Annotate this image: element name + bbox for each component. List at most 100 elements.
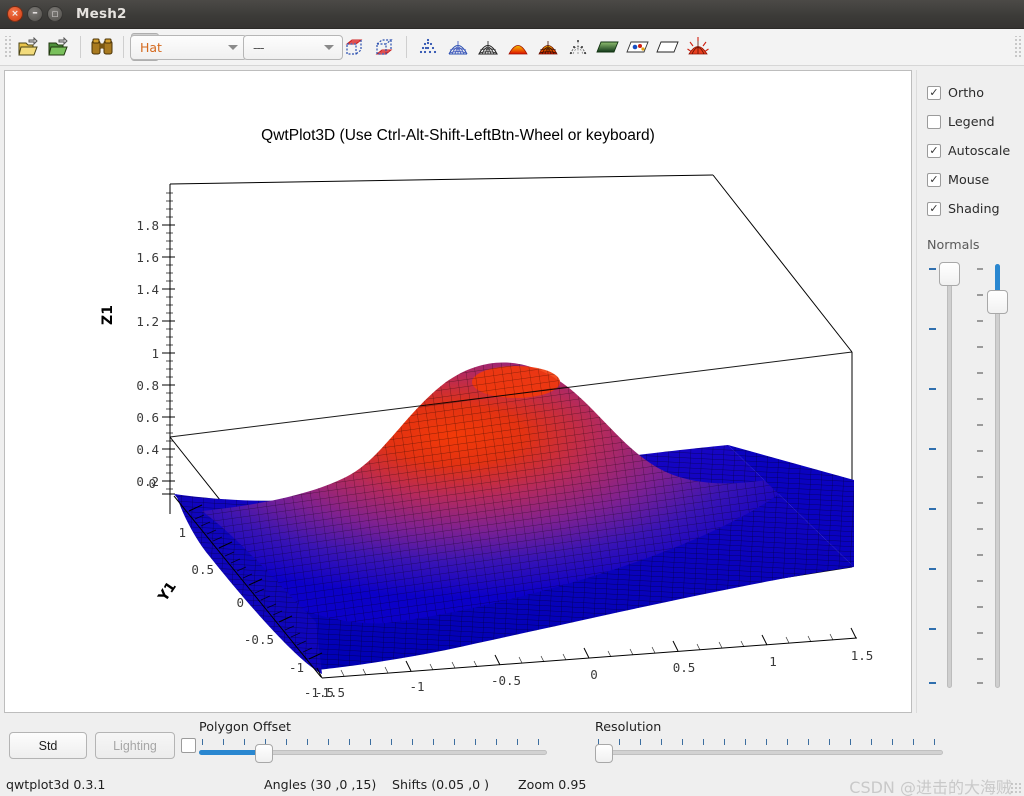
grid-ceil-icon[interactable] <box>341 33 369 61</box>
nodedata-icon[interactable] <box>564 33 592 61</box>
mouse-checkbox-box: ✓ <box>927 172 941 187</box>
shading-label: Shading <box>948 201 1000 216</box>
status-angles: Angles (30 ,0 ,15) <box>264 777 377 792</box>
svg-text:0.8: 0.8 <box>136 378 159 393</box>
svg-text:0: 0 <box>236 595 244 610</box>
colorlegend-icon[interactable] <box>594 33 622 61</box>
normals-length-groove <box>947 264 952 688</box>
std-button[interactable]: Std <box>9 732 87 759</box>
minimize-icon[interactable]: – <box>27 6 43 22</box>
z-axis-label: Z1 <box>100 305 116 325</box>
svg-text:1: 1 <box>151 346 159 361</box>
maximize-glyph: □ <box>51 9 59 18</box>
status-shifts: Shifts (0.05 ,0 ) <box>392 777 490 792</box>
svg-text:1.8: 1.8 <box>136 218 159 233</box>
svg-text:1.2: 1.2 <box>136 314 159 329</box>
title-bar: × – □ Mesh2 <box>0 0 1024 29</box>
svg-text:-0.5: -0.5 <box>244 632 274 647</box>
normals-length-ticks <box>929 260 939 690</box>
autoscale-checkbox[interactable]: ✓ Autoscale <box>927 136 1024 165</box>
toolbar: Hat --- <box>0 29 1024 66</box>
svg-text:1.5: 1.5 <box>851 648 874 663</box>
maximize-icon[interactable]: □ <box>47 6 63 22</box>
svg-text:0: 0 <box>590 667 598 682</box>
svg-text:1.4: 1.4 <box>136 282 159 297</box>
svg-text:-1.5: -1.5 <box>315 685 345 700</box>
normals-quality-ticks <box>977 260 987 690</box>
points-icon[interactable] <box>414 33 442 61</box>
surface-plot-3d: 1.8 1.6 1.4 1.2 1 0.8 0.6 0.4 0.2 0 Z1 1… <box>100 174 874 700</box>
normals-icon[interactable] <box>684 33 712 61</box>
toolbar-separator <box>80 36 81 58</box>
svg-text:1: 1 <box>178 525 186 540</box>
shading-checkbox[interactable]: ✓ Shading <box>927 194 1024 223</box>
filled-icon[interactable] <box>504 33 532 61</box>
options-panel: ✓ Ortho Legend ✓ Autoscale ✓ Mouse ✓ Sha… <box>916 70 1024 713</box>
svg-text:-0.5: -0.5 <box>491 673 521 688</box>
lighting-checkbox[interactable] <box>181 738 196 753</box>
ortho-checkbox[interactable]: ✓ Ortho <box>927 78 1024 107</box>
toolbar-grip-end-icon[interactable] <box>1013 36 1021 58</box>
surface-mesh <box>174 362 854 674</box>
normals-label: Normals <box>927 237 980 252</box>
normals-length-handle[interactable] <box>939 262 960 286</box>
close-icon[interactable]: × <box>7 6 23 22</box>
normals-quality-handle[interactable] <box>987 290 1008 314</box>
autoscale-label: Autoscale <box>948 143 1011 158</box>
svg-text:0.5: 0.5 <box>191 562 214 577</box>
chevron-down-icon <box>228 45 238 50</box>
plot-frame: QwtPlot3D (Use Ctrl-Alt-Shift-LeftBtn-Wh… <box>4 70 912 713</box>
svg-text:0: 0 <box>148 476 156 491</box>
polygon-offset-slider[interactable]: Polygon Offset <box>199 719 549 765</box>
status-version: qwtplot3d 0.3.1 <box>6 777 106 792</box>
normals-quality-slider[interactable] <box>975 260 1023 690</box>
polygon-offset-label: Polygon Offset <box>199 719 292 734</box>
colorfield-icon[interactable] <box>624 33 652 61</box>
mouse-checkbox[interactable]: ✓ Mouse <box>927 165 1024 194</box>
hiddenline-icon[interactable] <box>474 33 502 61</box>
svg-text:1: 1 <box>769 654 777 669</box>
plot-title: QwtPlot3D (Use Ctrl-Alt-Shift-LeftBtn-Wh… <box>261 127 655 144</box>
filledmesh-icon[interactable] <box>534 33 562 61</box>
wireframe-icon[interactable] <box>444 33 472 61</box>
resolution-slider[interactable]: Resolution <box>595 719 945 765</box>
resize-grip-icon[interactable] <box>1010 782 1022 794</box>
dataset-combo-value: Hat <box>140 40 162 55</box>
svg-text:0.6: 0.6 <box>136 410 159 425</box>
svg-text:-1: -1 <box>289 660 304 675</box>
legend-label: Legend <box>948 114 995 129</box>
window-title: Mesh2 <box>76 6 127 22</box>
window-buttons: × – □ <box>7 6 63 22</box>
lighting-button[interactable]: Lighting <box>95 732 175 759</box>
lighting-button-label: Lighting <box>113 738 157 753</box>
z-axis: 1.8 1.6 1.4 1.2 1 0.8 0.6 0.4 0.2 0 Z1 <box>100 184 175 514</box>
grid-floor-icon[interactable] <box>371 33 399 61</box>
bottom-controls: Std Lighting Polygon Offset Resolution <box>0 718 1024 768</box>
toolbar-separator <box>406 36 407 58</box>
style-combo-value: --- <box>253 40 265 55</box>
watermark: CSDN @进击的大海贼 <box>849 778 1012 796</box>
open-mesh-icon[interactable] <box>45 33 73 61</box>
minimize-glyph: – <box>32 6 38 19</box>
z-axis-ticks: 1.8 1.6 1.4 1.2 1 0.8 0.6 0.4 0.2 0 <box>136 218 159 491</box>
style-combo[interactable]: --- <box>243 35 343 60</box>
dataset-combo[interactable]: Hat <box>130 35 247 60</box>
application-window: × – □ Mesh2 Hat --- QwtPlot3D (Use Ctrl-… <box>0 0 1024 796</box>
legend-checkbox[interactable]: Legend <box>927 107 1024 136</box>
plot-canvas[interactable]: QwtPlot3D (Use Ctrl-Alt-Shift-LeftBtn-Wh… <box>16 82 900 701</box>
mouse-label: Mouse <box>948 172 990 187</box>
autoscale-checkbox-box: ✓ <box>927 143 941 158</box>
close-glyph: × <box>11 8 19 19</box>
svg-text:0.5: 0.5 <box>673 660 696 675</box>
noshading-icon[interactable] <box>654 33 682 61</box>
chevron-down-icon <box>324 45 334 50</box>
svg-text:-1: -1 <box>409 679 424 694</box>
normals-length-slider[interactable] <box>927 260 975 690</box>
shading-checkbox-box: ✓ <box>927 201 941 216</box>
status-zoom: Zoom 0.95 <box>518 777 587 792</box>
open-file-icon[interactable] <box>15 33 43 61</box>
normals-quality-groove <box>995 264 1000 688</box>
binoculars-icon[interactable] <box>88 33 116 61</box>
svg-text:0.4: 0.4 <box>136 442 159 457</box>
toolbar-grip-icon[interactable] <box>3 36 11 58</box>
